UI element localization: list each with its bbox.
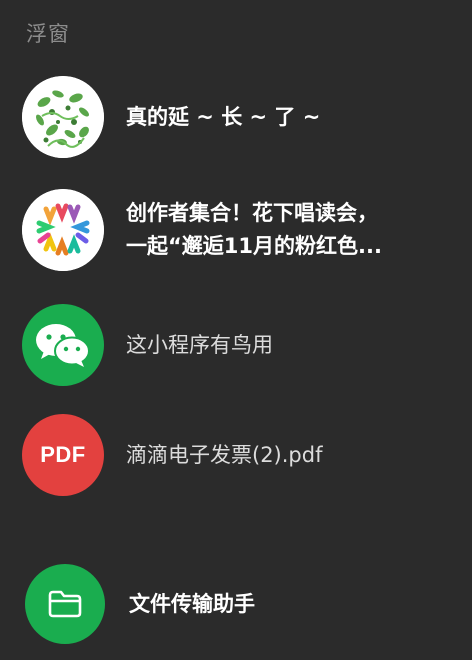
floating-item-pdf[interactable]: PDF 滴滴电子发票(2).pdf [22,413,452,497]
item-label-line-2: 一起“邂逅11月的粉红色... [126,234,382,258]
folder-icon [25,564,105,644]
pdf-icon-text: PDF [40,442,86,467]
plant-pattern-avatar [22,76,104,158]
colorful-petals-avatar [22,189,104,271]
file-transfer-assistant[interactable]: 文件传输助手 [25,562,455,646]
item-label: 创作者集合！花下唱读会， 一起“邂逅11月的粉红色... [126,197,382,263]
item-label-line-1: 创作者集合！花下唱读会， [126,201,378,225]
wechat-icon [22,304,104,386]
floating-window-panel: 浮窗 真的延 ~ 长 ~ 了 ~ 创作者集合！花下唱读会， 一起“邂逅11月的粉… [0,0,472,660]
pdf-icon: PDF [22,414,104,496]
floating-item-article-1[interactable]: 真的延 ~ 长 ~ 了 ~ [22,75,452,159]
item-label: 滴滴电子发票(2).pdf [126,443,323,467]
floating-item-article-2[interactable]: 创作者集合！花下唱读会， 一起“邂逅11月的粉红色... [22,188,452,272]
section-title: 浮窗 [26,22,70,46]
item-label: 真的延 ~ 长 ~ 了 ~ [126,105,321,129]
item-label: 文件传输助手 [129,592,255,616]
item-label: 这小程序有鸟用 [126,333,273,357]
floating-item-miniprogram[interactable]: 这小程序有鸟用 [22,303,452,387]
